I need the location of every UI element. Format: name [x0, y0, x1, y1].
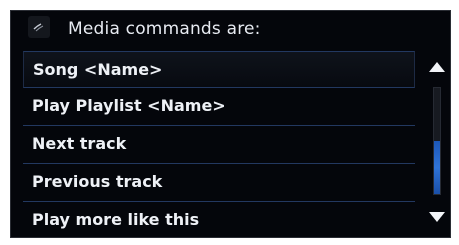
list-item-previous-track[interactable]: Previous track	[23, 164, 415, 202]
list-item-label: Play Playlist <Name>	[32, 96, 226, 115]
scroll-track[interactable]	[433, 87, 441, 195]
list-item-label: Next track	[32, 134, 127, 153]
list-item-song[interactable]: Song <Name>	[23, 51, 415, 88]
list-item-label: Song <Name>	[33, 60, 163, 79]
media-commands-screen: Media commands are: Song <Name> Play Pla…	[10, 10, 451, 238]
scrollbar[interactable]	[425, 53, 449, 231]
scroll-thumb[interactable]	[434, 141, 440, 194]
header: Media commands are:	[11, 11, 450, 49]
list-item-label: Play more like this	[32, 210, 200, 229]
list-item-play-playlist[interactable]: Play Playlist <Name>	[23, 88, 415, 126]
list-item-label: Previous track	[32, 172, 163, 191]
page-title: Media commands are:	[68, 19, 261, 39]
arrow-up-icon[interactable]	[428, 59, 446, 73]
list-item-next-track[interactable]: Next track	[23, 126, 415, 164]
arrow-down-icon[interactable]	[428, 209, 446, 223]
list-item-play-more-like-this[interactable]: Play more like this	[23, 202, 415, 237]
voice-icon	[28, 16, 50, 38]
command-list: Song <Name> Play Playlist <Name> Next tr…	[23, 51, 415, 237]
